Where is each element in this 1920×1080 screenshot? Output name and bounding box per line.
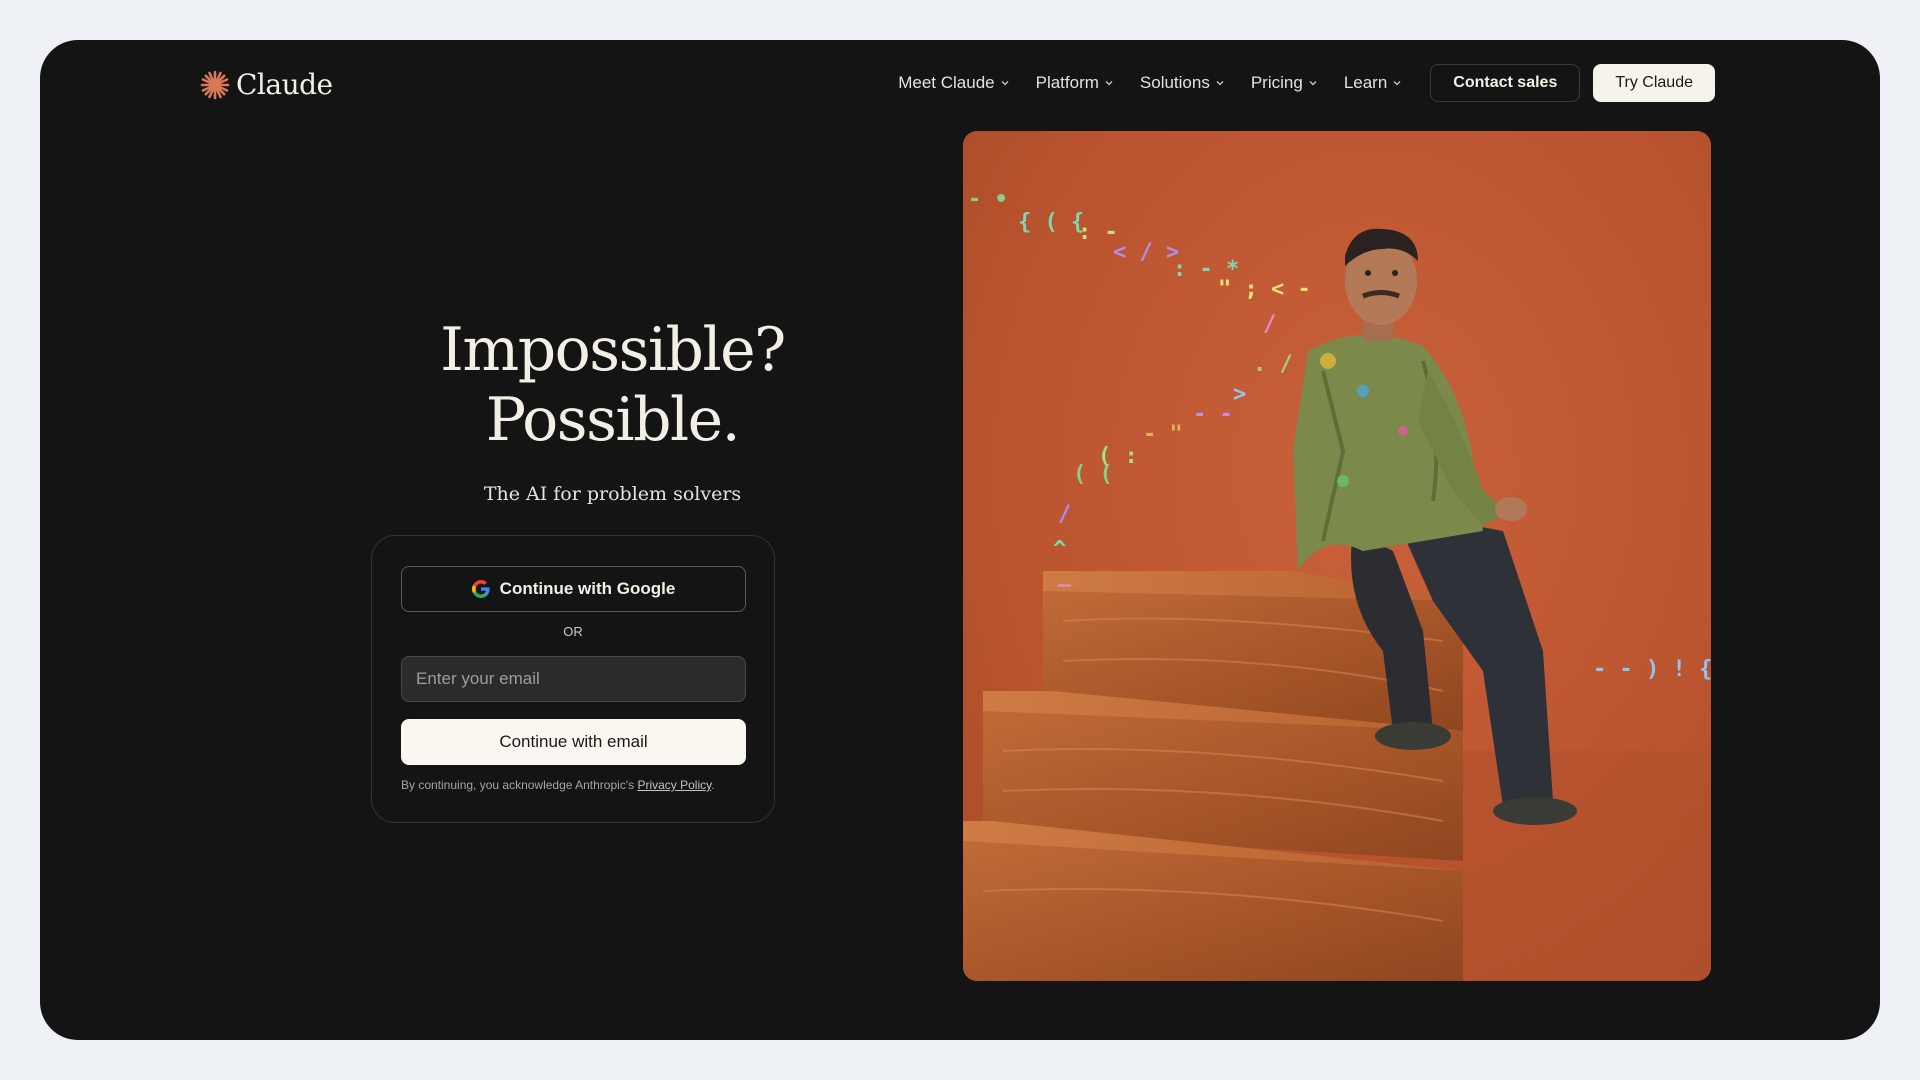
contact-sales-button[interactable]: Contact sales bbox=[1430, 64, 1581, 102]
google-button-label: Continue with Google bbox=[499, 579, 676, 598]
try-claude-button[interactable]: Try Claude bbox=[1593, 64, 1715, 102]
brand-logo[interactable]: Claude bbox=[200, 68, 333, 101]
nav-item-pricing[interactable]: Pricing bbox=[1251, 73, 1318, 93]
nav-item-label: Solutions bbox=[1139, 73, 1210, 92]
google-g-icon bbox=[471, 580, 490, 598]
chevron-down-icon bbox=[1001, 81, 1009, 86]
svg-text:( (: ( ( bbox=[1073, 462, 1113, 487]
svg-text:< / >: < / > bbox=[1113, 240, 1179, 265]
svg-text:{ ( {: { ( { bbox=[1018, 210, 1084, 235]
svg-text:- ": - " bbox=[1143, 422, 1183, 447]
svg-text:^: ^ bbox=[1053, 537, 1066, 562]
nav-item-label: Platform bbox=[1035, 73, 1099, 92]
continue-with-email-button[interactable]: Continue with email bbox=[401, 719, 746, 765]
hero-illustration: - • { ( { : - < / > : - * " ; < - / . / … bbox=[963, 187, 1711, 981]
chevron-down-icon bbox=[1216, 81, 1224, 86]
svg-text:- -: - - bbox=[1193, 402, 1233, 427]
disclaimer-prefix: By continuing, you acknowledge Anthropic… bbox=[401, 778, 638, 792]
or-divider: OR bbox=[563, 624, 583, 639]
disclaimer-suffix: . bbox=[711, 778, 715, 792]
email-input[interactable] bbox=[401, 656, 746, 702]
page-frame: Claude Meet Claude Platform Solutions Pr… bbox=[40, 40, 1880, 1040]
nav-item-meet-claude[interactable]: Meet Claude bbox=[898, 73, 1009, 93]
svg-text:. /: . / bbox=[1253, 352, 1293, 377]
privacy-disclaimer: By continuing, you acknowledge Anthropic… bbox=[401, 778, 715, 792]
top-nav: Meet Claude Platform Solutions Pricing L… bbox=[898, 64, 1715, 102]
continue-with-google-button[interactable]: Continue with Google bbox=[401, 566, 746, 612]
privacy-policy-link[interactable]: Privacy Policy bbox=[637, 778, 711, 792]
svg-text:" ; < -: " ; < - bbox=[1218, 277, 1311, 302]
hero-subhead: The AI for problem solvers bbox=[483, 483, 742, 505]
starburst-icon bbox=[200, 70, 230, 99]
nav-item-label: Learn bbox=[1343, 73, 1388, 92]
svg-text:/: / bbox=[1058, 502, 1071, 527]
hero-headline: Impossible? Possible. bbox=[290, 315, 935, 455]
signin-card: Continue with Google OR Continue with em… bbox=[371, 535, 775, 823]
svg-text:_: _ bbox=[1058, 562, 1072, 587]
chevron-down-icon bbox=[1105, 81, 1113, 86]
svg-text:>: > bbox=[1233, 382, 1246, 407]
brand-name: Claude bbox=[236, 68, 333, 101]
svg-text:/: / bbox=[1263, 312, 1276, 337]
nav-item-learn[interactable]: Learn bbox=[1344, 73, 1402, 93]
nav-item-solutions[interactable]: Solutions bbox=[1140, 73, 1225, 93]
chevron-down-icon bbox=[1309, 81, 1317, 86]
svg-text:- - ) ! { ) > -: - - ) ! { ) > - bbox=[1593, 657, 1711, 682]
chevron-down-icon bbox=[1393, 81, 1401, 86]
hero-image: - • { ( { : - < / > : - * " ; < - / . / … bbox=[963, 131, 1711, 981]
svg-text:- •: - • bbox=[968, 187, 1008, 212]
nav-item-label: Pricing bbox=[1250, 73, 1303, 92]
headline-line-2: Possible. bbox=[485, 385, 741, 455]
nav-item-platform[interactable]: Platform bbox=[1036, 73, 1114, 93]
headline-line-1: Impossible? bbox=[440, 315, 786, 385]
svg-text:: -: : - bbox=[1078, 220, 1118, 245]
hero-section: Impossible? Possible. The AI for problem… bbox=[290, 315, 935, 505]
nav-item-label: Meet Claude bbox=[898, 73, 995, 92]
